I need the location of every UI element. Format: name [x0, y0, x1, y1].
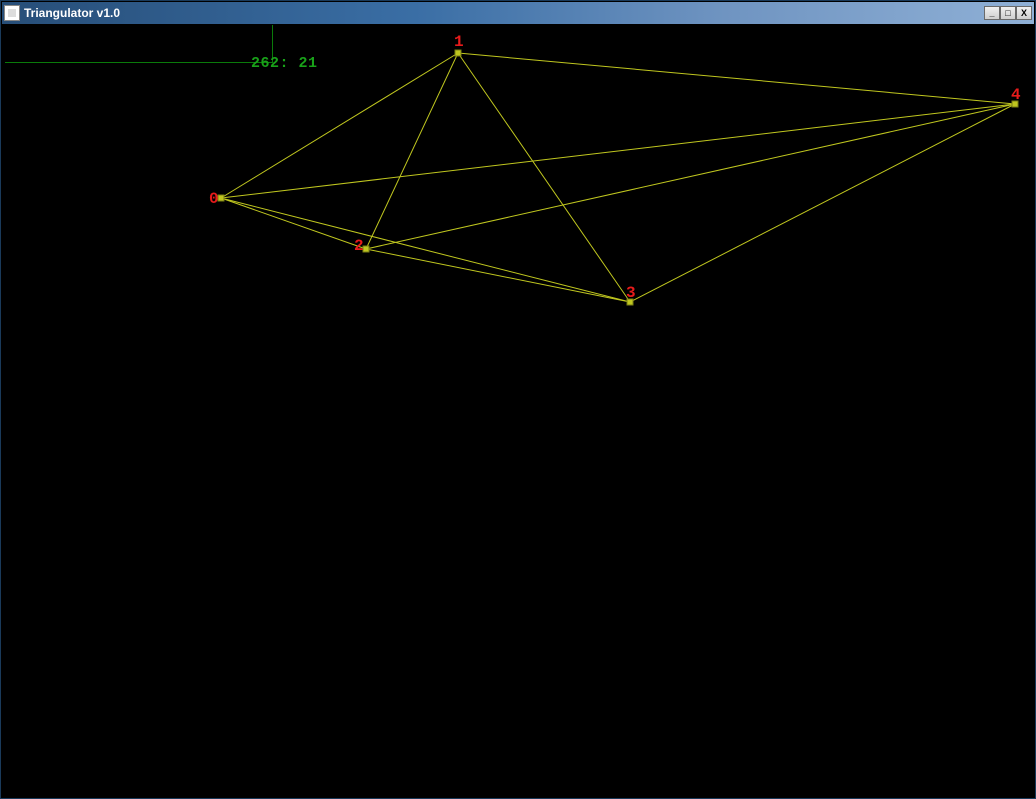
close-button[interactable]: X [1016, 6, 1032, 20]
vertex-point[interactable] [218, 195, 224, 201]
canvas-area[interactable]: 262: 21 01234 [5, 25, 1031, 794]
edge [366, 104, 1015, 249]
edge [458, 53, 1015, 104]
edge [221, 104, 1015, 198]
titlebar[interactable]: Triangulator v1.0 _ □ X [2, 2, 1034, 24]
vertex-label: 2 [354, 237, 364, 255]
vertex-label: 4 [1011, 86, 1021, 104]
maximize-button[interactable]: □ [1000, 6, 1016, 20]
edge [221, 198, 366, 249]
vertex-label: 1 [454, 33, 464, 51]
window-controls: _ □ X [984, 6, 1032, 20]
app-icon [4, 5, 20, 21]
vertex-point[interactable] [363, 246, 369, 252]
app-window: Triangulator v1.0 _ □ X 262: 21 01234 [0, 0, 1036, 799]
graph-canvas[interactable] [5, 25, 1031, 794]
minimize-button[interactable]: _ [984, 6, 1000, 20]
edge [630, 104, 1015, 302]
edge [366, 53, 458, 249]
vertex-label: 0 [209, 190, 219, 208]
edge [366, 249, 630, 302]
window-title: Triangulator v1.0 [24, 6, 120, 20]
vertex-label: 3 [626, 284, 636, 302]
edge [221, 53, 458, 198]
